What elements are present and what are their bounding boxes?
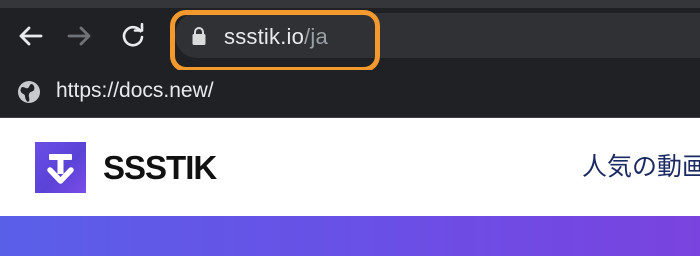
arrow-left-icon — [19, 26, 43, 46]
tab-strip — [0, 0, 700, 8]
forward-button[interactable] — [62, 18, 98, 54]
bookmark-docs-new[interactable]: https://docs.new/ — [56, 76, 214, 106]
browser-toolbar: ssstik.io/ja — [0, 0, 700, 72]
bookmarks-bar: https://docs.new/ — [0, 70, 700, 117]
nav-link-popular-videos[interactable]: 人気の動画 — [582, 150, 700, 184]
reload-icon — [122, 23, 144, 47]
url-highlight-outline — [170, 10, 380, 72]
globe-icon — [18, 81, 40, 103]
arrow-right-icon — [67, 26, 91, 46]
brand-name[interactable]: SSSTIK — [103, 148, 217, 188]
ssstik-logo[interactable] — [35, 142, 86, 193]
reload-button[interactable] — [115, 18, 151, 54]
hero-banner — [0, 216, 700, 256]
download-arrow-icon — [47, 154, 74, 184]
back-button[interactable] — [12, 18, 48, 54]
